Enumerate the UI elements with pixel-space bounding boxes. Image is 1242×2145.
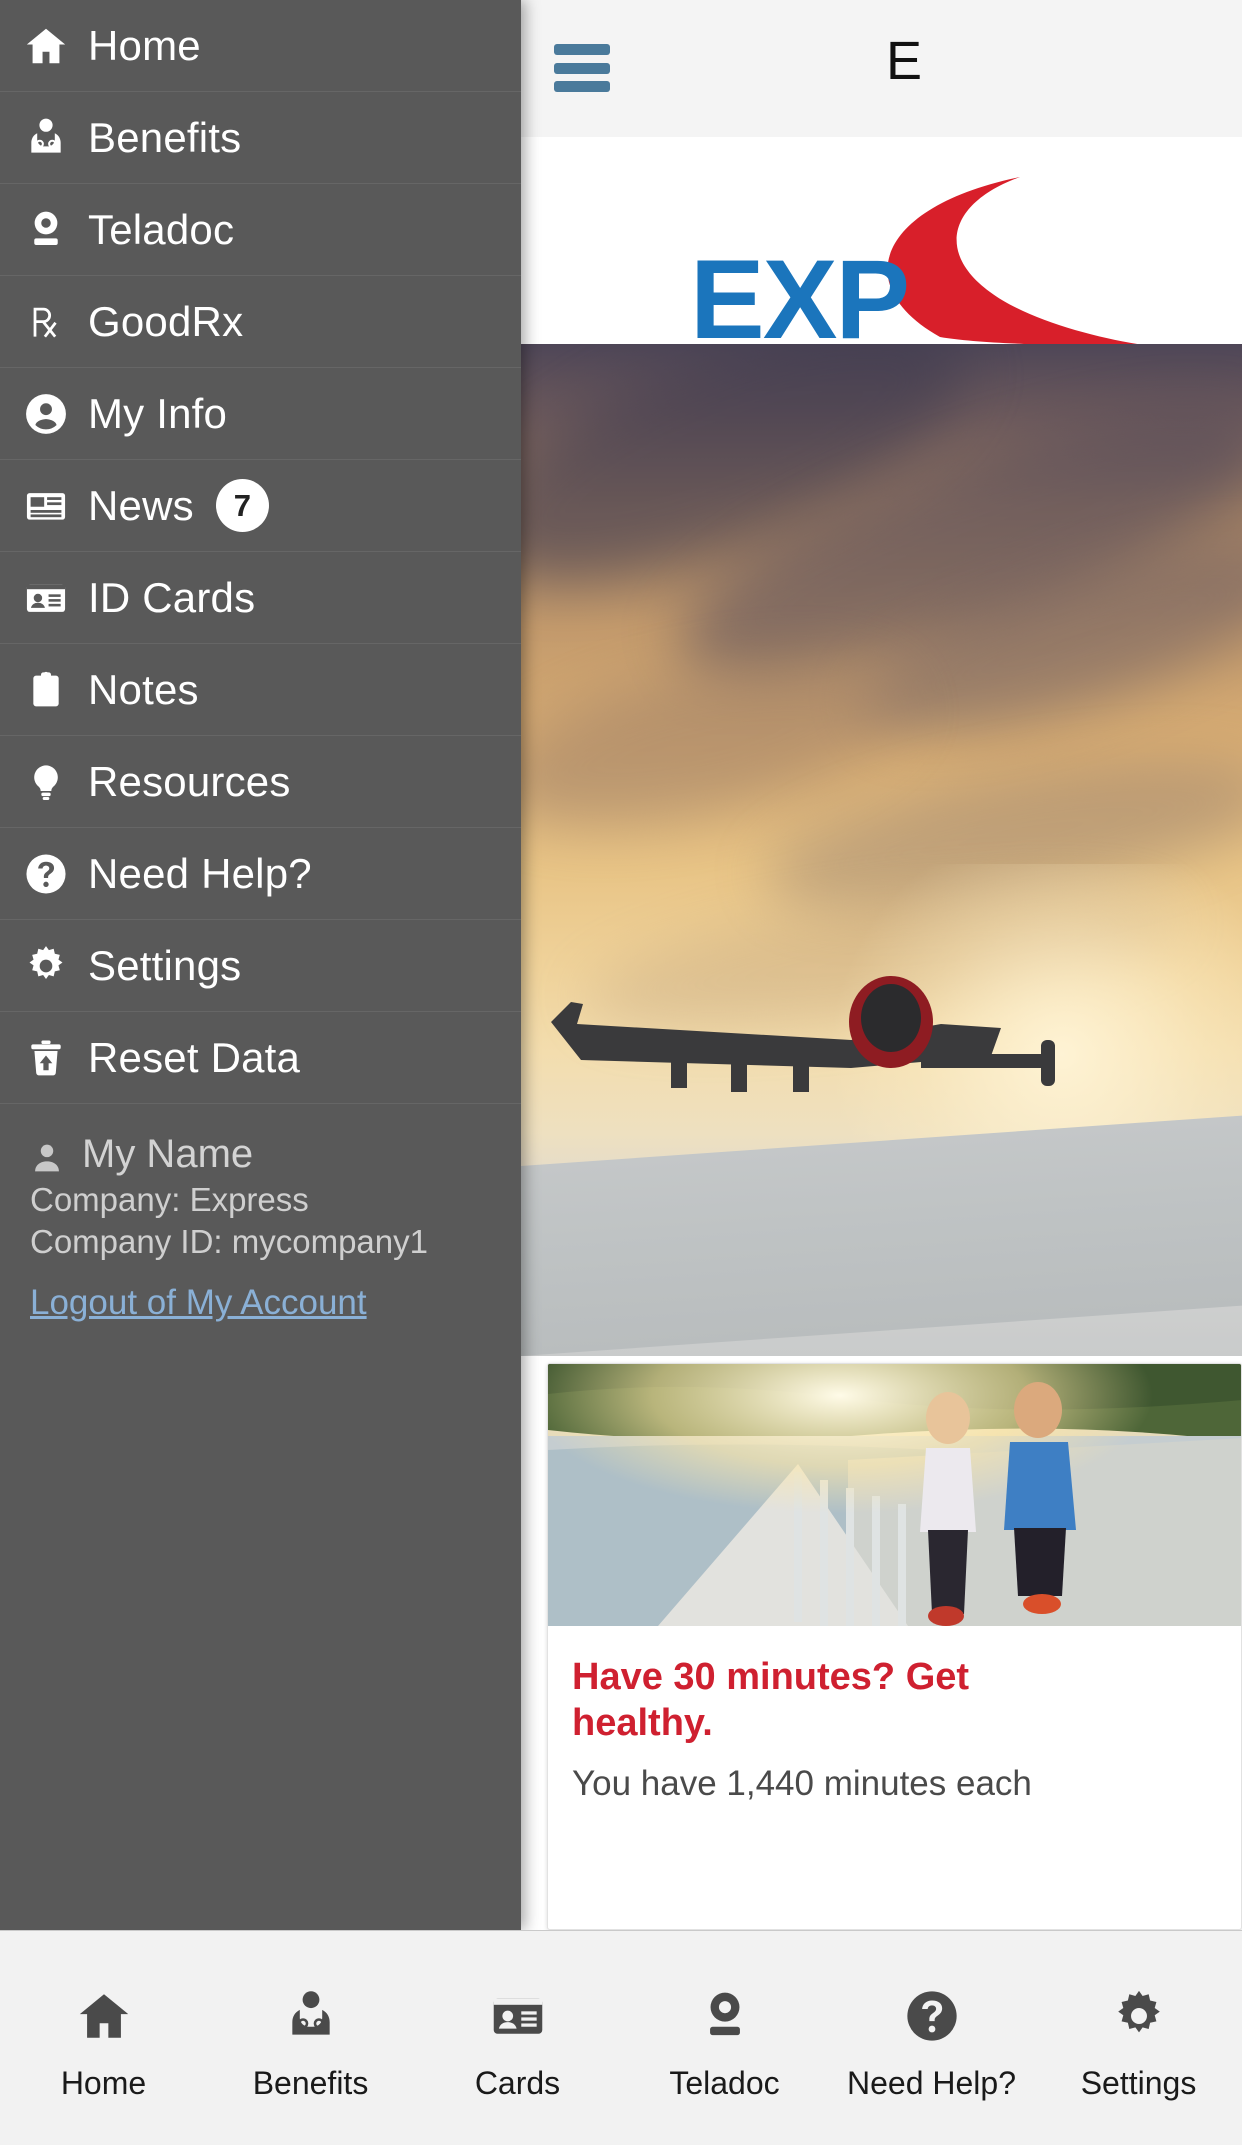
sidebar-item-settings[interactable]: Settings <box>0 920 521 1012</box>
sidebar-item-notes[interactable]: Notes <box>0 644 521 736</box>
tab-label: Settings <box>1081 2065 1197 2102</box>
tab-label: Teladoc <box>669 2065 779 2102</box>
article-photo <box>548 1364 1242 1626</box>
lightbulb-icon <box>14 754 78 810</box>
express-logo: EXP <box>690 147 1242 344</box>
sidebar-item-reset-data[interactable]: Reset Data <box>0 1012 521 1104</box>
person-icon <box>30 1133 70 1177</box>
sidebar-item-news[interactable]: News 7 <box>0 460 521 552</box>
trash-upload-icon <box>14 1030 78 1086</box>
tab-home[interactable]: Home <box>0 1931 207 2145</box>
sidebar-item-label: ID Cards <box>88 574 255 622</box>
tab-cards[interactable]: Cards <box>414 1931 621 2145</box>
tab-teladoc[interactable]: Teladoc <box>621 1931 828 2145</box>
sidebar-item-id-cards[interactable]: ID Cards <box>0 552 521 644</box>
bottom-tab-bar: Home Benefits Cards <box>0 1930 1242 2145</box>
question-circle-icon <box>903 1981 961 2051</box>
teladoc-person-icon <box>697 1981 753 2051</box>
hero-airplane-sunset-image <box>521 344 1242 1356</box>
navigation-drawer: Home Benefits Teladoc <box>0 0 521 1930</box>
doctor-icon <box>14 110 78 166</box>
tab-settings[interactable]: Settings <box>1035 1931 1242 2145</box>
tab-need-help[interactable]: Need Help? <box>828 1931 1035 2145</box>
profile-company-id: Company ID: mycompany1 <box>30 1223 521 1261</box>
sidebar-item-need-help[interactable]: Need Help? <box>0 828 521 920</box>
gear-icon <box>14 938 78 994</box>
newspaper-icon <box>14 478 78 534</box>
sidebar-item-my-info[interactable]: My Info <box>0 368 521 460</box>
sidebar-item-label: Teladoc <box>88 206 234 254</box>
sidebar-item-label: Reset Data <box>88 1034 300 1082</box>
sidebar-item-label: Need Help? <box>88 850 312 898</box>
sidebar-item-goodrx[interactable]: GoodRx <box>0 276 521 368</box>
sidebar-item-label: Resources <box>88 758 291 806</box>
question-circle-icon <box>14 846 78 902</box>
article-text-block: Have 30 minutes? Get healthy. You have 1… <box>572 1654 1222 1806</box>
airplane-silhouette <box>521 944 1242 1204</box>
gear-icon <box>1110 1981 1168 2051</box>
user-profile-block: My Name Company: Express Company ID: myc… <box>0 1104 521 1364</box>
hamburger-menu-icon[interactable] <box>554 44 610 92</box>
id-card-icon <box>488 1981 548 2051</box>
tab-benefits[interactable]: Benefits <box>207 1931 414 2145</box>
page-title: E <box>886 30 922 92</box>
tab-label: Benefits <box>253 2065 369 2102</box>
sidebar-item-label: Home <box>88 22 201 70</box>
account-circle-icon <box>14 386 78 442</box>
tab-label: Cards <box>475 2065 560 2102</box>
profile-name-row: My Name <box>30 1132 521 1177</box>
teladoc-person-icon <box>14 202 78 258</box>
sidebar-item-label: Notes <box>88 666 199 714</box>
home-icon <box>14 18 78 74</box>
sidebar-item-label: My Info <box>88 390 227 438</box>
rx-icon <box>14 294 78 350</box>
news-unread-badge: 7 <box>216 479 269 532</box>
logout-link[interactable]: Logout of My Account <box>30 1283 367 1323</box>
sidebar-item-label: Benefits <box>88 114 241 162</box>
sidebar-item-benefits[interactable]: Benefits <box>0 92 521 184</box>
sidebar-item-label: News <box>88 482 194 530</box>
article-body: You have 1,440 minutes each <box>572 1761 1222 1807</box>
sidebar-item-label: GoodRx <box>88 298 243 346</box>
doctor-icon <box>283 1981 339 2051</box>
sidebar-item-teladoc[interactable]: Teladoc <box>0 184 521 276</box>
tab-label: Need Help? <box>847 2065 1016 2102</box>
express-logo-text: EXP <box>690 235 908 344</box>
clipboard-icon <box>14 662 78 718</box>
tab-label: Home <box>61 2065 146 2102</box>
profile-company: Company: Express <box>30 1181 521 1219</box>
article-headline: Have 30 minutes? Get healthy. <box>572 1654 992 1747</box>
news-article-card[interactable]: Have 30 minutes? Get healthy. You have 1… <box>547 1363 1242 1930</box>
home-icon <box>75 1981 133 2051</box>
sidebar-item-resources[interactable]: Resources <box>0 736 521 828</box>
id-card-icon <box>14 570 78 626</box>
sidebar-item-label: Settings <box>88 942 241 990</box>
sidebar-item-home[interactable]: Home <box>0 0 521 92</box>
profile-name: My Name <box>82 1132 253 1177</box>
